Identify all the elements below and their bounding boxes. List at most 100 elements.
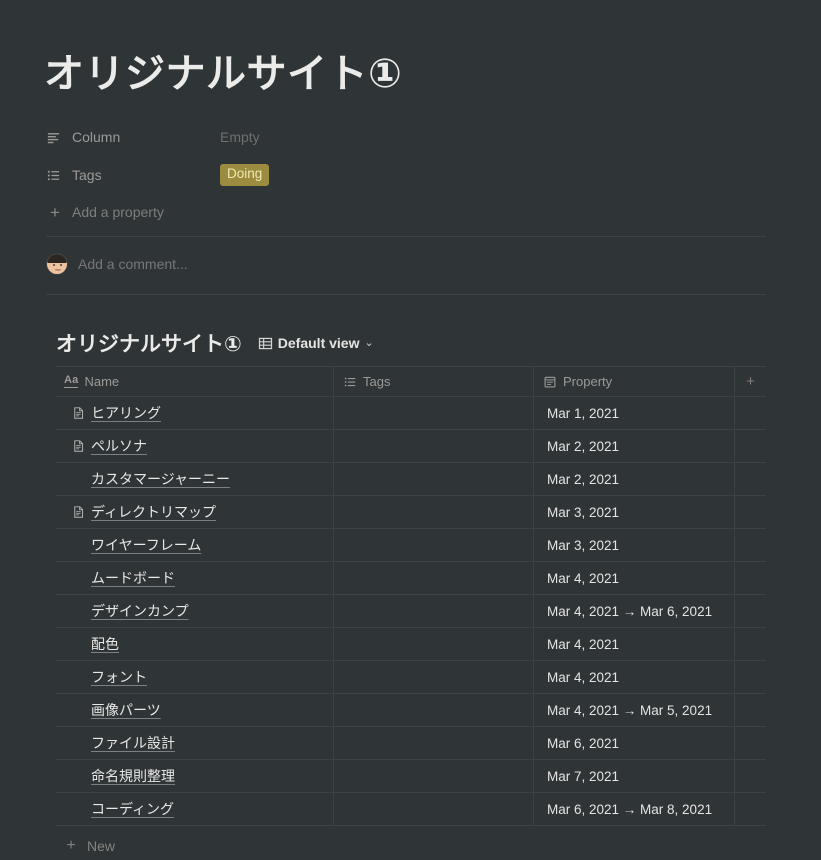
cell-name[interactable]: ファイル設計 xyxy=(56,727,334,759)
cell-tags[interactable] xyxy=(334,562,534,594)
new-row-button[interactable]: + New xyxy=(56,832,766,860)
table-row[interactable]: ペルソナ Mar 2, 2021 xyxy=(56,430,766,463)
cell-name[interactable]: コーディング xyxy=(56,793,334,825)
cell-tags[interactable] xyxy=(334,628,534,660)
cell-name[interactable]: フォント xyxy=(56,661,334,693)
cell-name[interactable]: 画像パーツ xyxy=(56,694,334,726)
cell-property[interactable]: Mar 3, 2021 xyxy=(534,529,735,561)
cell-tags[interactable] xyxy=(334,727,534,759)
cell-tags[interactable] xyxy=(334,793,534,825)
cell-property[interactable]: Mar 4, 2021 → Mar 6, 2021 xyxy=(534,595,735,627)
cell-property-value: Mar 4, 2021 xyxy=(547,636,620,652)
page-title[interactable]: オリジナルサイト① xyxy=(44,50,402,98)
database-title[interactable]: オリジナルサイト① xyxy=(56,328,242,358)
cell-tags[interactable] xyxy=(334,529,534,561)
column-header-name[interactable]: Aa Name xyxy=(56,367,334,396)
cell-spacer xyxy=(735,463,766,495)
table-row[interactable]: ディレクトリマップ Mar 3, 2021 xyxy=(56,496,766,529)
cell-property-value: Mar 2, 2021 xyxy=(547,438,620,454)
cell-tags[interactable] xyxy=(334,595,534,627)
cell-tags[interactable] xyxy=(334,430,534,462)
column-header-property[interactable]: Property xyxy=(534,367,735,396)
add-property-button[interactable]: + Add a property xyxy=(46,198,766,226)
table-row[interactable]: カスタマージャーニー Mar 2, 2021 xyxy=(56,463,766,496)
chevron-down-icon: ⌄ xyxy=(364,336,374,349)
cell-spacer xyxy=(735,760,766,792)
row-name-link[interactable]: ディレクトリマップ xyxy=(91,502,216,522)
cell-name[interactable]: 配色 xyxy=(56,628,334,660)
plus-icon: + xyxy=(746,373,755,390)
cell-property[interactable]: Mar 4, 2021 xyxy=(534,661,735,693)
cell-tags[interactable] xyxy=(334,397,534,429)
notion-page: オリジナルサイト① Column Empty Tags Doing + Add … xyxy=(0,0,821,860)
row-name-link[interactable]: 命名規則整理 xyxy=(91,766,175,786)
row-name-link[interactable]: カスタマージャーニー xyxy=(91,469,230,489)
cell-property[interactable]: Mar 4, 2021 → Mar 5, 2021 xyxy=(534,694,735,726)
property-row-column[interactable]: Column Empty xyxy=(46,122,766,152)
cell-tags[interactable] xyxy=(334,463,534,495)
cell-property[interactable]: Mar 4, 2021 xyxy=(534,628,735,660)
row-name-link[interactable]: ヒアリング xyxy=(91,403,161,423)
cell-property[interactable]: Mar 2, 2021 xyxy=(534,463,735,495)
cell-name[interactable]: デザインカンプ xyxy=(56,595,334,627)
row-name-link[interactable]: ワイヤーフレーム xyxy=(91,535,201,555)
cell-tags[interactable] xyxy=(334,760,534,792)
divider-bottom xyxy=(46,294,766,295)
cell-name[interactable]: ワイヤーフレーム xyxy=(56,529,334,561)
table-row[interactable]: フォント Mar 4, 2021 xyxy=(56,661,766,694)
cell-tags[interactable] xyxy=(334,496,534,528)
cell-name[interactable]: ディレクトリマップ xyxy=(56,496,334,528)
table-icon xyxy=(258,336,273,351)
row-name-link[interactable]: フォント xyxy=(91,667,147,687)
cell-property-value: Mar 4, 2021 → Mar 5, 2021 xyxy=(547,702,713,718)
cell-tags[interactable] xyxy=(334,694,534,726)
comment-input-row[interactable]: Add a comment... xyxy=(46,253,188,275)
cell-name[interactable]: 命名規則整理 xyxy=(56,760,334,792)
cell-spacer xyxy=(735,628,766,660)
table-row[interactable]: ムードボード Mar 4, 2021 xyxy=(56,562,766,595)
cell-property[interactable]: Mar 3, 2021 xyxy=(534,496,735,528)
cell-property[interactable]: Mar 6, 2021 → Mar 8, 2021 xyxy=(534,793,735,825)
add-property-label: Add a property xyxy=(72,204,164,220)
cell-property[interactable]: Mar 4, 2021 xyxy=(534,562,735,594)
row-name-link[interactable]: デザインカンプ xyxy=(91,601,189,621)
property-value-column[interactable]: Empty xyxy=(220,129,260,145)
row-name-link[interactable]: 配色 xyxy=(91,634,119,654)
document-icon xyxy=(71,505,85,520)
cell-spacer xyxy=(735,430,766,462)
cell-spacer xyxy=(735,397,766,429)
row-name-link[interactable]: ムードボード xyxy=(91,568,175,588)
table-row[interactable]: 配色 Mar 4, 2021 xyxy=(56,628,766,661)
row-name-link[interactable]: コーディング xyxy=(91,799,174,819)
cell-property[interactable]: Mar 6, 2021 xyxy=(534,727,735,759)
table-row[interactable]: ヒアリング Mar 1, 2021 xyxy=(56,397,766,430)
property-row-tags[interactable]: Tags Doing xyxy=(46,160,766,190)
cell-property[interactable]: Mar 7, 2021 xyxy=(534,760,735,792)
row-name-link[interactable]: ファイル設計 xyxy=(91,733,175,753)
cell-property[interactable]: Mar 1, 2021 xyxy=(534,397,735,429)
table-row[interactable]: コーディング Mar 6, 2021 → Mar 8, 2021 xyxy=(56,793,766,826)
table-row[interactable]: デザインカンプ Mar 4, 2021 → Mar 6, 2021 xyxy=(56,595,766,628)
cell-tags[interactable] xyxy=(334,661,534,693)
table-row[interactable]: 画像パーツ Mar 4, 2021 → Mar 5, 2021 xyxy=(56,694,766,727)
add-column-button[interactable]: + xyxy=(735,367,766,396)
cell-property-value: Mar 3, 2021 xyxy=(547,537,620,553)
column-header-tags[interactable]: Tags xyxy=(334,367,534,396)
table-row[interactable]: 命名規則整理 Mar 7, 2021 xyxy=(56,760,766,793)
table-row[interactable]: ファイル設計 Mar 6, 2021 xyxy=(56,727,766,760)
cell-property[interactable]: Mar 2, 2021 xyxy=(534,430,735,462)
cell-name[interactable]: ヒアリング xyxy=(56,397,334,429)
cell-name[interactable]: カスタマージャーニー xyxy=(56,463,334,495)
cell-name[interactable]: ペルソナ xyxy=(56,430,334,462)
cell-property-value: Mar 6, 2021 → Mar 8, 2021 xyxy=(547,801,713,817)
row-name-link[interactable]: 画像パーツ xyxy=(91,700,161,720)
plus-icon: + xyxy=(66,837,76,854)
cell-property-value: Mar 3, 2021 xyxy=(547,504,620,520)
cell-name[interactable]: ムードボード xyxy=(56,562,334,594)
view-selector[interactable]: Default view ⌄ xyxy=(258,335,374,351)
row-name-link[interactable]: ペルソナ xyxy=(91,436,147,456)
status-badge[interactable]: Doing xyxy=(220,164,270,186)
calendar-icon xyxy=(542,374,557,389)
comment-placeholder[interactable]: Add a comment... xyxy=(78,256,188,272)
table-row[interactable]: ワイヤーフレーム Mar 3, 2021 xyxy=(56,529,766,562)
